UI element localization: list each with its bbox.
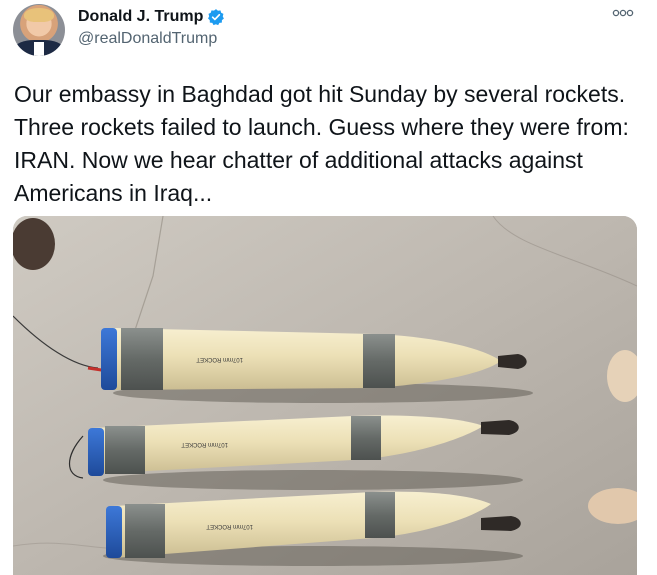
- tweet-photo[interactable]: 107mm ROCKET 107mm ROCKET 107mm ROCKET: [13, 216, 637, 575]
- verified-badge-icon: [208, 9, 225, 26]
- author-name-row: Donald J. Trump: [78, 8, 225, 26]
- avatar-shirt: [34, 42, 44, 56]
- svg-text:107mm ROCKET: 107mm ROCKET: [181, 441, 228, 447]
- handle[interactable]: @realDonaldTrump: [78, 30, 217, 48]
- svg-text:107mm ROCKET: 107mm ROCKET: [206, 523, 253, 529]
- rockets-photo: 107mm ROCKET 107mm ROCKET 107mm ROCKET: [13, 216, 637, 575]
- tweet-card: Donald J. Trump @realDonaldTrump Our emb…: [0, 0, 657, 575]
- avatar-hair: [24, 8, 54, 22]
- more-options-icon[interactable]: [612, 6, 634, 22]
- display-name[interactable]: Donald J. Trump: [78, 8, 203, 26]
- svg-text:107mm ROCKET: 107mm ROCKET: [196, 356, 243, 362]
- avatar[interactable]: [13, 4, 65, 56]
- tweet-text: Our embassy in Baghdad got hit Sunday by…: [14, 81, 629, 206]
